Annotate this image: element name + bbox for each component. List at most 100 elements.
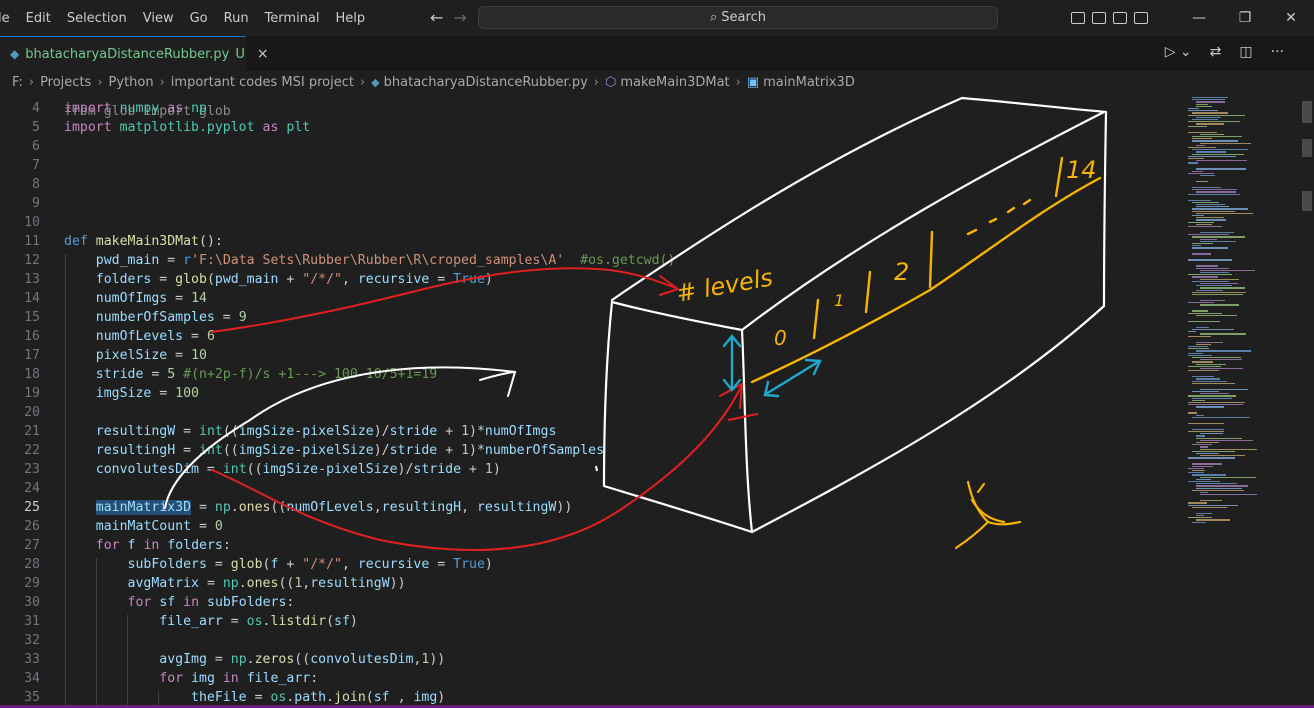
- breadcrumb-file[interactable]: bhatacharyaDistanceRubber.py: [384, 75, 588, 90]
- code-line: 30 for sf in subFolders:: [0, 593, 1180, 612]
- minimap-line: [1188, 502, 1207, 504]
- close-tab-icon[interactable]: ×: [257, 46, 269, 62]
- line-number: 8: [32, 177, 40, 192]
- minimap-line: [1188, 348, 1209, 350]
- minimap-line: [1188, 147, 1216, 149]
- minimap-line: [1188, 320, 1221, 323]
- minimap-line: [1196, 168, 1246, 170]
- minimap-line: [1196, 116, 1221, 119]
- toggle-primary-sidebar-icon[interactable]: [1071, 12, 1085, 24]
- minimap-line: [1200, 238, 1217, 240]
- minimap-line: [1192, 236, 1246, 238]
- window-controls: — ❐ ✕: [1071, 0, 1314, 36]
- toggle-panel-icon[interactable]: [1092, 12, 1106, 24]
- menu-bar: le Edit Selection View Go Run Terminal H…: [0, 0, 373, 36]
- back-arrow-icon[interactable]: ←: [430, 8, 443, 27]
- minimap-line: [1192, 444, 1213, 446]
- forward-arrow-icon[interactable]: →: [453, 8, 466, 27]
- minimap-line: [1196, 223, 1212, 226]
- minimap-line: [1192, 201, 1219, 204]
- breadcrumb-drive[interactable]: F:: [12, 75, 23, 90]
- line-number: 7: [32, 158, 40, 173]
- split-editor-icon[interactable]: ◫: [1239, 44, 1252, 60]
- breadcrumb-folder[interactable]: important codes MSI project: [171, 75, 354, 90]
- breadcrumb-function[interactable]: makeMain3DMat: [620, 75, 729, 90]
- vertical-scrollbar[interactable]: [1300, 93, 1314, 708]
- close-window-button[interactable]: ✕: [1268, 10, 1314, 26]
- menu-selection[interactable]: Selection: [59, 11, 135, 26]
- minimap-line: [1196, 265, 1218, 267]
- line-number: 6: [32, 139, 40, 154]
- minimap-line: [1192, 470, 1206, 472]
- code-text: stride = 5 #(n+2p-f)/s +1---> 100-10/5+1…: [95, 367, 438, 382]
- run-icon[interactable]: ▷ ⌄: [1165, 44, 1192, 60]
- minimap-line: [1192, 428, 1224, 431]
- line-number: 4: [32, 101, 40, 116]
- minimap-line: [1196, 314, 1238, 317]
- minimap-line: [1188, 352, 1204, 354]
- code-line: 21 resultingW = int((imgSize-pixelSize)/…: [0, 422, 1180, 441]
- line-number: 12: [24, 253, 40, 268]
- minimap-line: [1200, 283, 1239, 285]
- code-line: 5 import matplotlib.pyplot as plt: [0, 118, 1180, 137]
- minimap-line: [1192, 245, 1202, 247]
- minimap-line: [1192, 310, 1208, 312]
- code-line: 8: [0, 175, 1180, 194]
- minimap-line: [1192, 463, 1223, 465]
- customize-layout-icon[interactable]: [1134, 12, 1148, 24]
- line-number: 10: [24, 215, 40, 230]
- menu-terminal[interactable]: Terminal: [257, 11, 328, 26]
- breadcrumb-projects[interactable]: Projects: [40, 75, 91, 90]
- minimap-line: [1200, 240, 1237, 243]
- restore-button[interactable]: ❐: [1222, 10, 1268, 26]
- chevron-right-icon: ›: [97, 74, 103, 90]
- minimap-line: [1196, 485, 1248, 487]
- minimap-line: [1188, 155, 1236, 158]
- menu-edit[interactable]: Edit: [18, 11, 59, 26]
- minimap-line: [1188, 354, 1213, 357]
- more-actions-icon[interactable]: ···: [1271, 44, 1284, 60]
- code-line: 12 pwd_main = r'F:\Data Sets\Rubber\Rubb…: [0, 251, 1180, 270]
- code-line: 13 folders = glob(pwd_main + "/*/", recu…: [0, 270, 1180, 289]
- minimap-line: [1192, 243, 1213, 245]
- minimap-line: [1200, 494, 1258, 496]
- toggle-secondary-sidebar-icon[interactable]: [1113, 12, 1127, 24]
- menu-file[interactable]: le: [0, 11, 18, 26]
- code-line: 22 resultingH = int((imgSize-pixelSize)/…: [0, 441, 1180, 460]
- menu-run[interactable]: Run: [216, 11, 257, 26]
- minimap-line: [1188, 158, 1204, 160]
- minimap-line: [1200, 446, 1209, 448]
- minimap-line: [1196, 103, 1208, 105]
- minimap-line: [1196, 105, 1212, 108]
- menu-view[interactable]: View: [135, 11, 182, 26]
- minimize-button[interactable]: —: [1176, 10, 1222, 26]
- line-number: 21: [24, 424, 40, 439]
- minimap-line: [1196, 217, 1224, 219]
- editor-tab[interactable]: ◆ bhatacharyaDistanceRubber.py U ×: [0, 36, 269, 71]
- line-number: 30: [24, 595, 40, 610]
- minimap-line: [1200, 133, 1225, 136]
- minimap-line: [1200, 359, 1242, 361]
- menu-help[interactable]: Help: [328, 11, 374, 26]
- minimap-line: [1192, 397, 1232, 399]
- nav-arrows: ← →: [430, 8, 477, 27]
- line-number: 14: [24, 291, 40, 306]
- code-editor[interactable]: from glob import glob 4 import numpy as n…: [0, 93, 1180, 708]
- menu-go[interactable]: Go: [182, 11, 216, 26]
- command-center-search[interactable]: ⌕ Search: [478, 6, 998, 29]
- code-line: 26 mainMatCount = 0: [0, 517, 1180, 536]
- minimap-line: [1188, 422, 1225, 425]
- chevron-right-icon: ›: [28, 74, 35, 90]
- minimap-line: [1196, 212, 1254, 215]
- line-number: 11: [24, 234, 40, 249]
- minimap[interactable]: [1180, 93, 1298, 708]
- breadcrumb-python[interactable]: Python: [109, 75, 154, 90]
- minimap-line: [1192, 99, 1226, 101]
- breadcrumb-symbol[interactable]: mainMatrix3D: [763, 75, 855, 90]
- editor-tab-bar: ◆ bhatacharyaDistanceRubber.py U ×: [0, 36, 1314, 71]
- minimap-line: [1192, 208, 1249, 210]
- compare-changes-icon[interactable]: ⇄: [1210, 44, 1222, 60]
- minimap-line: [1192, 210, 1236, 212]
- minimap-line: [1196, 343, 1212, 346]
- code-text: subFolders = glob(f + "/*/", recursive =…: [127, 557, 493, 572]
